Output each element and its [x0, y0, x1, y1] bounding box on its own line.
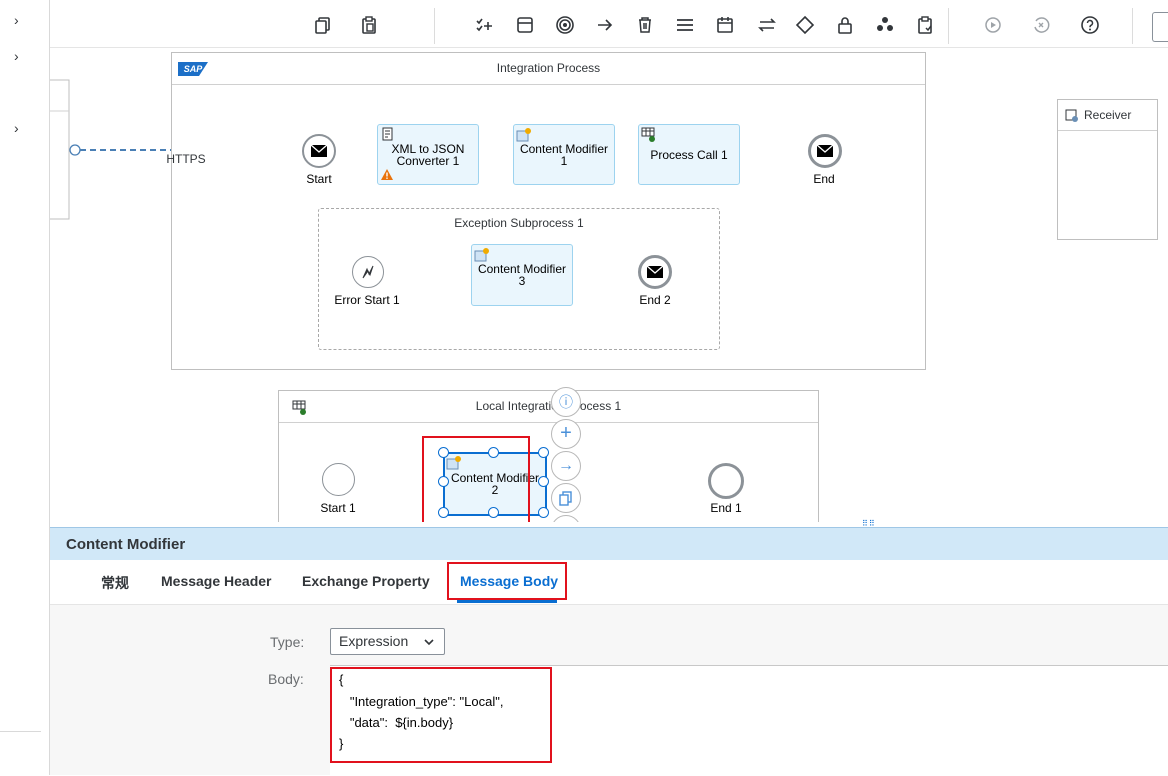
tab-message-header[interactable]: Message Header — [161, 573, 272, 589]
checklist-add-icon[interactable] — [474, 14, 496, 36]
menu-icon[interactable] — [674, 14, 696, 36]
copy-icon[interactable] — [312, 14, 334, 36]
lock-icon[interactable] — [834, 14, 856, 36]
lightning-icon — [362, 265, 374, 279]
divider — [0, 731, 41, 732]
converter-icon — [382, 127, 393, 141]
delete-icon[interactable] — [634, 14, 656, 36]
process-call-1-step[interactable]: Process Call 1 — [638, 124, 740, 185]
xml-to-json-step[interactable]: XML to JSON Converter 1 — [377, 124, 479, 185]
resize-handle[interactable] — [538, 447, 549, 458]
connect-arrow-icon[interactable]: → — [551, 451, 581, 481]
tab-general[interactable]: 常规 — [101, 573, 129, 593]
properties-tabs: 常规 Message Header Exchange Property Mess… — [50, 560, 1168, 605]
step-label-line1: Process Call 1 — [650, 147, 728, 162]
clipboard-check-icon[interactable] — [914, 14, 936, 36]
start-1-event[interactable] — [322, 463, 355, 496]
toolbar-separator — [434, 8, 435, 44]
connection-label: HTTPS — [166, 152, 206, 166]
step-label-line1: XML to JSON — [391, 141, 465, 156]
paste-icon[interactable] — [358, 14, 380, 36]
envelope-icon — [816, 144, 834, 157]
receiver-participant[interactable]: Receiver — [1057, 99, 1158, 240]
end-1-label: End 1 — [710, 501, 742, 515]
end-1-event[interactable] — [708, 463, 744, 499]
calendar-icon[interactable] — [714, 14, 736, 36]
play-icon[interactable] — [982, 14, 1004, 36]
swap-icon[interactable] — [756, 14, 778, 36]
subprocess-title: Exception Subprocess 1 — [454, 216, 584, 230]
step-label-line2: 1 — [560, 153, 568, 168]
diamond-icon[interactable] — [794, 14, 816, 36]
end-2-event[interactable] — [638, 255, 672, 289]
target-icon[interactable] — [554, 14, 576, 36]
left-navigation: › › › — [0, 0, 50, 775]
warning-icon — [381, 169, 393, 180]
end-event[interactable] — [808, 134, 842, 168]
error-start-event[interactable] — [352, 256, 384, 288]
process-call-icon — [641, 127, 655, 142]
chevron-right-icon[interactable]: › — [14, 13, 28, 27]
content-modifier-1-step[interactable]: Content Modifier 1 — [513, 124, 615, 185]
tab-exchange-property[interactable]: Exchange Property — [302, 573, 430, 589]
toolbar-separator — [948, 8, 949, 44]
panel-title: Content Modifier — [66, 536, 186, 553]
type-label: Type: — [270, 634, 305, 650]
end-label: End — [813, 172, 835, 186]
content-modifier-3-step[interactable]: Content Modifier 3 — [471, 244, 573, 306]
arrow-right-icon[interactable] — [594, 14, 616, 36]
cube-icon[interactable] — [874, 14, 896, 36]
content-modifier-icon — [516, 128, 531, 142]
envelope-icon — [310, 144, 328, 157]
toolbar-separator — [1132, 8, 1133, 44]
receiver-icon — [1065, 109, 1078, 122]
step-label-line2: 3 — [518, 274, 526, 288]
step-label-line1: Content Modifier — [519, 141, 609, 156]
add-icon[interactable]: + — [551, 419, 581, 449]
content-modifier-icon — [474, 248, 489, 262]
start-1-label: Start 1 — [320, 501, 356, 515]
local-pool-title: Local Integration Process 1 — [279, 391, 818, 423]
info-icon[interactable]: ⓘ — [551, 387, 581, 417]
highlight-box — [422, 436, 530, 522]
type-select[interactable]: Expression — [330, 628, 445, 655]
cancel-icon[interactable] — [1030, 14, 1052, 36]
receiver-label: Receiver — [1084, 108, 1132, 122]
type-select-value: Expression — [339, 633, 409, 649]
chevron-down-icon — [424, 639, 434, 646]
editor-toolbar — [50, 0, 1168, 48]
help-icon[interactable] — [1079, 14, 1101, 36]
end-2-label: End 2 — [639, 293, 671, 307]
panel-icon[interactable] — [514, 14, 536, 36]
overflow-button[interactable] — [1152, 12, 1168, 42]
properties-panel-header: Content Modifier — [50, 527, 1168, 560]
chevron-right-icon[interactable]: › — [14, 49, 28, 63]
envelope-icon — [646, 265, 664, 278]
error-start-label: Error Start 1 — [334, 293, 400, 307]
message-body-form: Type: Expression Body: { "Integration_ty… — [50, 605, 1168, 776]
process-call-icon — [292, 400, 306, 415]
start-event[interactable] — [302, 134, 336, 168]
highlight-box — [447, 562, 567, 600]
process-canvas[interactable]: Integration Process SAP HTTPS Start XML … — [50, 48, 1168, 522]
step-label-line2: Converter 1 — [396, 153, 460, 168]
copy-icon[interactable] — [551, 483, 581, 513]
start-label: Start — [306, 172, 332, 186]
body-label: Body: — [268, 671, 304, 687]
active-tab-indicator — [457, 600, 557, 603]
resize-handle[interactable] — [538, 476, 549, 487]
resize-handle[interactable] — [538, 507, 549, 518]
highlight-box — [330, 667, 552, 763]
receiver-header: Receiver — [1058, 100, 1157, 131]
chevron-right-icon[interactable]: › — [14, 121, 28, 135]
pool-title: Integration Process — [172, 53, 925, 85]
